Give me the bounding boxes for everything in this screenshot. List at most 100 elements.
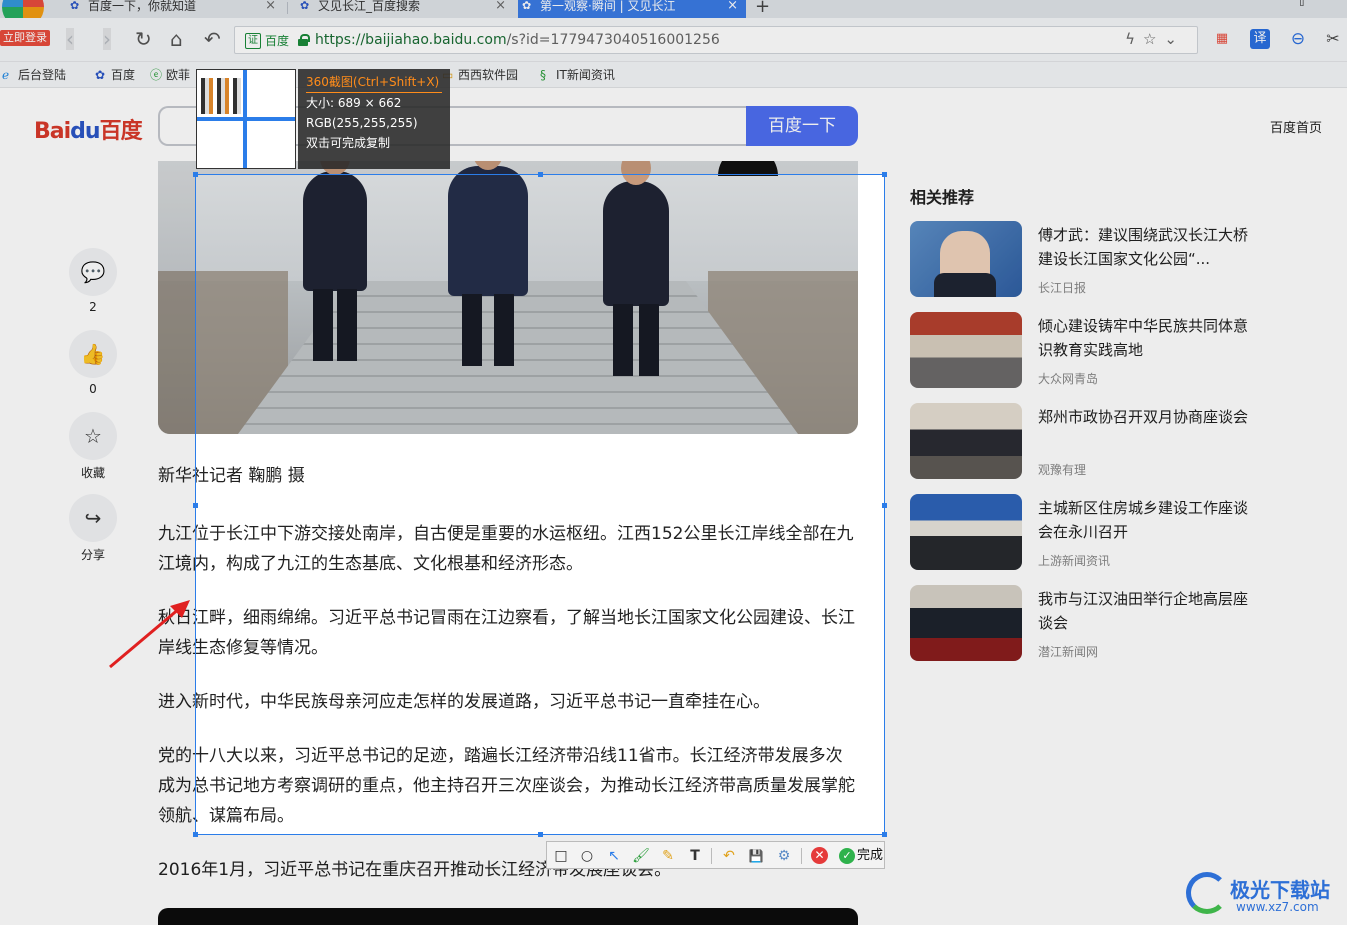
recommendation-source: 潜江新闻网 xyxy=(1038,645,1099,659)
recommendation-item[interactable]: 傅才武：建议围绕武汉长江大桥建设长江国家文化公园“... 长江日报 xyxy=(910,221,1260,297)
login-badge[interactable]: 立即登录 xyxy=(0,30,50,46)
capture-hint: 双击可完成复制 xyxy=(306,136,391,150)
recommendation-thumbnail xyxy=(910,494,1022,570)
resize-handle[interactable] xyxy=(193,832,198,837)
share-button[interactable]: ↪ 分享 xyxy=(68,494,118,563)
home-button[interactable]: ⌂ xyxy=(170,28,183,50)
share-icon: ↪ xyxy=(69,494,117,542)
comment-button[interactable]: 💬 2 xyxy=(68,248,118,314)
related-recommendations: 相关推荐 傅才武：建议围绕武汉长江大桥建设长江国家文化公园“... 长江日报 倾… xyxy=(910,184,1260,661)
like-count: 0 xyxy=(89,382,97,396)
rectangle-tool-icon[interactable]: □ xyxy=(552,847,570,865)
check-icon: ✓ xyxy=(839,848,855,864)
like-button[interactable]: 👍 0 xyxy=(68,330,118,396)
tab-search-results[interactable]: ✿ 又见长江_百度搜索 × xyxy=(296,0,514,18)
recommendation-title: 郑州市政协召开双月协商座谈会 xyxy=(1038,408,1249,426)
save-icon[interactable]: 💾 xyxy=(747,847,765,865)
tab-label: 百度一下，你就知道 xyxy=(88,0,197,13)
recommendation-source: 长江日报 xyxy=(1038,281,1087,295)
tab-label: 第一观察·瞬间 | 又见长江 xyxy=(540,0,676,13)
resize-handle[interactable] xyxy=(193,172,198,177)
highlighter-tool-icon[interactable]: ✎ xyxy=(659,847,677,865)
bookmark-xixi[interactable]: ▭ 西西软件园 xyxy=(442,67,518,83)
bookmark-baidu[interactable]: ✿ 百度 xyxy=(95,67,135,83)
windows-icon[interactable]: ▦ xyxy=(1212,29,1232,49)
minus-icon[interactable]: ⊖ xyxy=(1288,29,1308,49)
text-tool-icon[interactable]: T xyxy=(686,847,704,865)
resize-handle[interactable] xyxy=(538,832,543,837)
e-icon: ⓔ xyxy=(150,68,163,82)
chevron-down-icon[interactable]: ⌄ xyxy=(1164,30,1185,48)
resize-handle[interactable] xyxy=(882,832,887,837)
star-icon[interactable]: ☆ xyxy=(1143,30,1164,48)
recommendation-thumbnail xyxy=(910,403,1022,479)
certificate-icon: 证 xyxy=(245,33,261,49)
recommendation-title: 我市与江汉油田举行企地高层座谈会 xyxy=(1038,590,1249,632)
tab-label: 又见长江_百度搜索 xyxy=(318,0,421,13)
bookmark-oufei[interactable]: ⓔ 欧菲 xyxy=(150,67,190,83)
cancel-capture-button[interactable]: ✕ xyxy=(811,847,828,864)
close-icon[interactable]: × xyxy=(265,0,276,12)
watermark-url: www.xz7.com xyxy=(1236,900,1319,914)
recommendation-item[interactable]: 倾心建设铸牢中华民族共同体意识教育实践高地 大众网青岛 xyxy=(910,312,1260,388)
undo-icon[interactable]: ↶ xyxy=(720,847,738,865)
tab-baidu-home[interactable]: ✿ 百度一下，你就知道 × xyxy=(66,0,284,18)
paw-icon: ✿ xyxy=(522,0,532,12)
comment-icon: 💬 xyxy=(69,248,117,296)
address-bar[interactable]: 证 百度 https://baijiahao.baidu.com/s?id=17… xyxy=(234,26,1198,54)
navigation-bar: 立即登录 ‹ › ↻ ⌂ ↶ 证 百度 https://baijiahao.ba… xyxy=(0,18,1347,62)
resize-handle[interactable] xyxy=(193,503,198,508)
bookmark-admin-login[interactable]: ℯ 后台登陆 xyxy=(2,67,66,83)
resize-handle[interactable] xyxy=(882,503,887,508)
recommendation-source: 上游新闻资讯 xyxy=(1038,554,1111,568)
ellipse-tool-icon[interactable]: ○ xyxy=(578,847,596,865)
reload-button[interactable]: ↻ xyxy=(135,28,152,50)
recommendation-item[interactable]: 郑州市政协召开双月协商座谈会 观豫有理 xyxy=(910,403,1260,479)
recommendation-item[interactable]: 主城新区住房城乡建设工作座谈会在永川召开 上游新闻资讯 xyxy=(910,494,1260,570)
capture-tool-title: 360截图(Ctrl+Shift+X) xyxy=(306,74,442,93)
favorite-button[interactable]: ☆ 收藏 xyxy=(68,412,118,481)
paw-icon: ✿ xyxy=(95,68,106,82)
lightning-icon[interactable]: ϟ xyxy=(1125,30,1143,48)
search-button[interactable]: 百度一下 xyxy=(746,106,858,146)
new-tab-button[interactable]: + xyxy=(755,0,770,17)
scissors-icon[interactable]: ✂ xyxy=(1323,29,1343,49)
recommendation-source: 观豫有理 xyxy=(1038,463,1087,477)
recommendation-title: 倾心建设铸牢中华民族共同体意识教育实践高地 xyxy=(1038,317,1249,359)
paw-icon: ✿ xyxy=(300,0,310,12)
back-button[interactable]: ‹ xyxy=(66,28,74,50)
arrow-tool-icon[interactable]: ↖ xyxy=(605,847,623,865)
tab-article-active[interactable]: ✿ 第一观察·瞬间 | 又见长江 × xyxy=(518,0,746,18)
done-button[interactable]: ✓ 完成 xyxy=(839,847,883,865)
home-link[interactable]: 百度首页 xyxy=(1270,117,1322,136)
capture-selection[interactable] xyxy=(193,172,887,837)
site-watermark: 极光下载站 www.xz7.com xyxy=(1186,868,1338,918)
translate-icon[interactable]: 译 xyxy=(1250,29,1270,49)
address-tools: ϟ☆⌄ xyxy=(1125,30,1185,48)
comment-count: 2 xyxy=(89,300,97,314)
capture-info-panel: 360截图(Ctrl+Shift+X) 大小: 689 × 662 RGB(25… xyxy=(298,69,450,169)
brush-tool-icon[interactable]: 🖌 xyxy=(632,847,650,865)
recommendations-title: 相关推荐 xyxy=(910,188,975,207)
site-identity-badge[interactable]: 证 百度 xyxy=(243,32,293,50)
window-restore-icon[interactable]: ⇧ xyxy=(1296,0,1308,10)
capture-toolbar: □ ○ ↖ 🖌 ✎ T ↶ 💾 ⚙ ✕ ✓ 完成 xyxy=(546,841,885,869)
recommendation-item[interactable]: 我市与江汉油田举行企地高层座谈会 潜江新闻网 xyxy=(910,585,1260,661)
recommendation-source: 大众网青岛 xyxy=(1038,372,1099,386)
close-icon[interactable]: × xyxy=(495,0,506,12)
recommendation-thumbnail xyxy=(910,221,1022,297)
resize-handle[interactable] xyxy=(538,172,543,177)
undo-close-button[interactable]: ↶ xyxy=(204,28,221,50)
url-text[interactable]: https://baijiahao.baidu.com/s?id=1779473… xyxy=(315,31,720,49)
recommendation-title: 傅才武：建议围绕武汉长江大桥建设长江国家文化公园“... xyxy=(1038,226,1249,268)
close-icon[interactable]: × xyxy=(727,0,738,12)
video-player[interactable] xyxy=(158,908,858,925)
resize-handle[interactable] xyxy=(882,172,887,177)
recommendation-thumbnail xyxy=(910,585,1022,661)
baidu-logo[interactable]: Baidu百度 xyxy=(34,113,143,145)
settings-icon[interactable]: ⚙ xyxy=(775,847,793,865)
forward-button[interactable]: › xyxy=(103,28,111,50)
share-label: 分享 xyxy=(80,548,105,562)
bookmark-it-news[interactable]: § IT新闻资讯 xyxy=(540,67,615,83)
capture-size: 大小: 689 × 662 xyxy=(306,96,402,110)
